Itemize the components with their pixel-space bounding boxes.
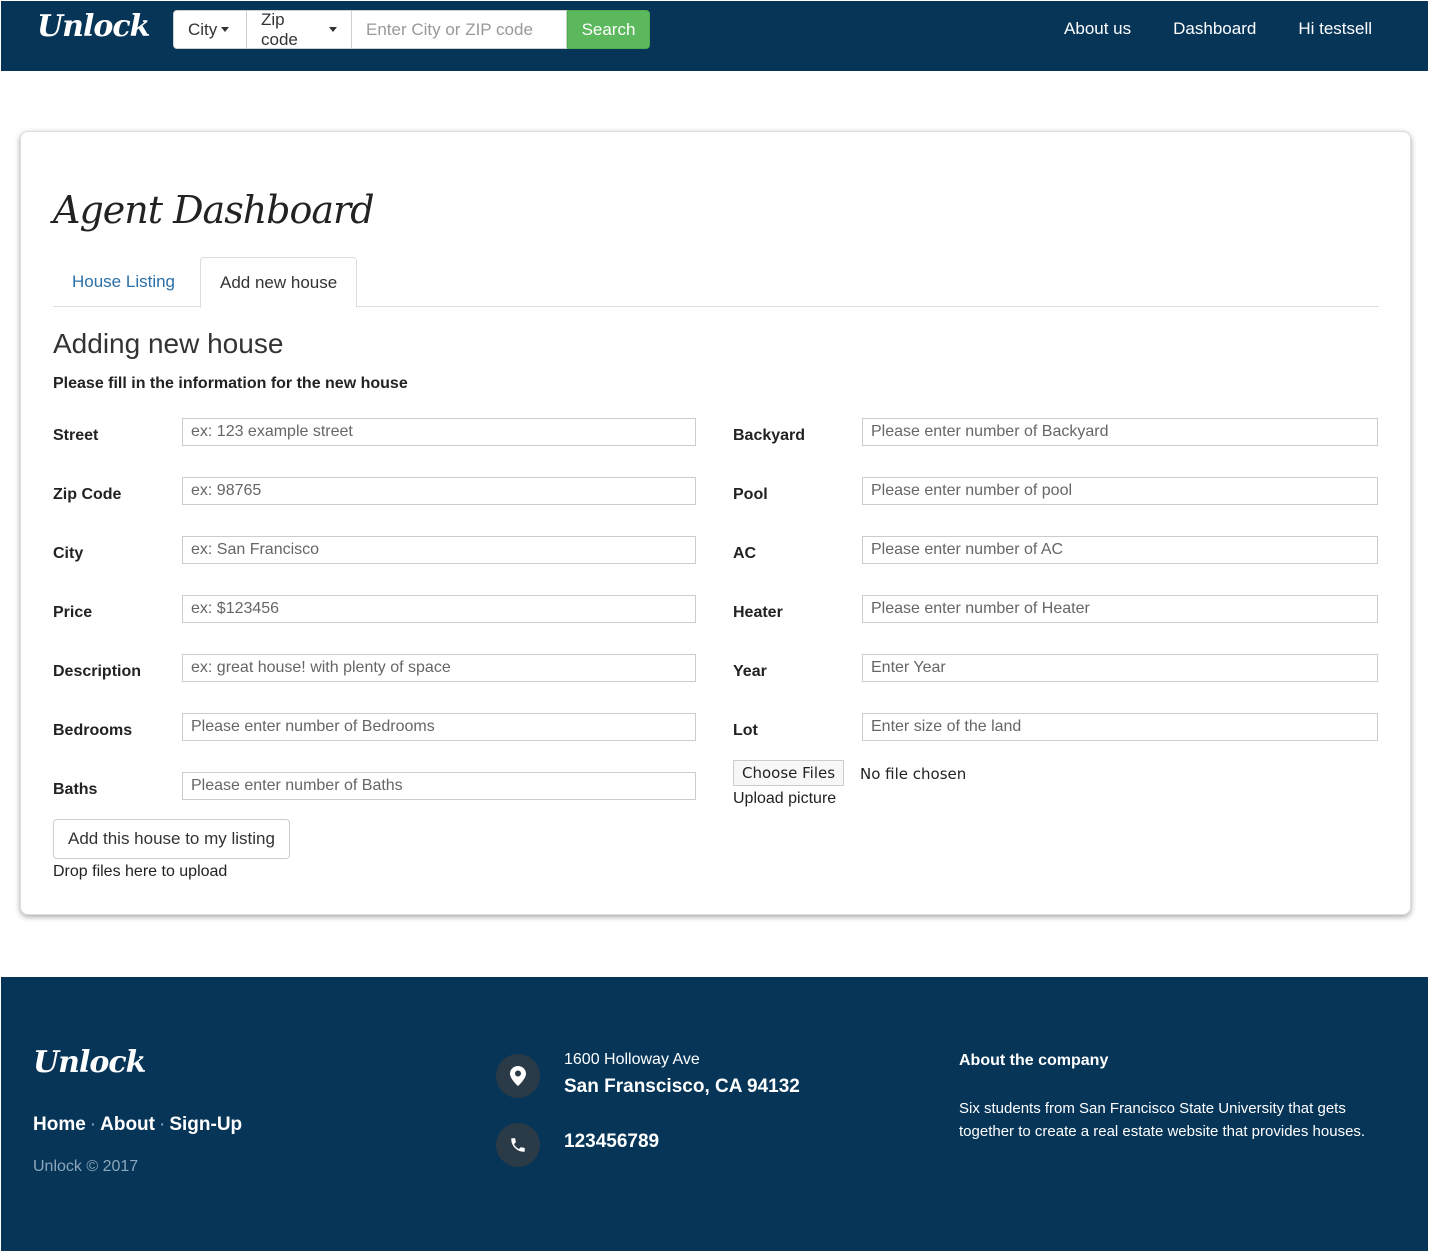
ac-label: AC (733, 545, 757, 562)
footer: Unlock Home · About · Sign-Up Unlock © 2017 … (1, 977, 1428, 1251)
navbar: Unlock City Zip code Search About us Das… (1, 1, 1428, 71)
footer-brand-logo: Unlock (33, 1045, 146, 1080)
year-label: Year (733, 663, 767, 680)
bedrooms-label: Bedrooms (53, 722, 133, 739)
footer-link-separator: · (89, 1114, 97, 1135)
form-heading: Adding new house (53, 328, 284, 359)
bedrooms-input[interactable] (182, 713, 696, 741)
nav-links: About us Dashboard Hi testsell (1064, 19, 1372, 39)
backyard-input[interactable] (862, 418, 1378, 446)
drop-zone-text[interactable]: Drop files here to upload (53, 863, 227, 881)
backyard-label: Backyard (733, 427, 806, 444)
zip-code-input[interactable] (182, 477, 696, 505)
nav-user-greeting[interactable]: Hi testsell (1298, 19, 1372, 39)
baths-input[interactable] (182, 772, 696, 800)
add-house-button[interactable]: Add this house to my listing (53, 819, 290, 859)
tab-add-new-house[interactable]: Add new house (200, 257, 358, 308)
footer-link-about[interactable]: About (100, 1114, 155, 1135)
tab-bar: House Listing Add new house (53, 257, 1379, 308)
file-status: No file chosen (860, 765, 967, 783)
price-label: Price (53, 604, 93, 621)
street-input[interactable] (182, 418, 696, 446)
city-input[interactable] (182, 536, 696, 564)
form-subheading: Please fill in the information for the n… (53, 375, 408, 392)
zip-code-label: Zip Code (53, 486, 122, 503)
search-input[interactable] (352, 10, 567, 49)
search-button[interactable]: Search (567, 10, 650, 49)
search-bar: City Zip code Search (173, 10, 650, 49)
footer-link-separator: · (159, 1114, 166, 1135)
footer-address-line2: San Franscisco, CA 94132 (564, 1076, 800, 1097)
phone-icon (496, 1123, 540, 1167)
city-label: City (53, 545, 84, 562)
baths-label: Baths (53, 781, 98, 798)
heater-input[interactable] (862, 595, 1378, 623)
footer-links: Home · About · Sign-Up (33, 1114, 242, 1136)
zip-dropdown-label: Zip code (261, 9, 298, 49)
caret-down-icon (221, 27, 230, 32)
nav-dashboard[interactable]: Dashboard (1173, 19, 1256, 39)
footer-about-text: Six students from San Francisco State Un… (959, 1100, 1366, 1140)
map-marker-icon (496, 1054, 540, 1098)
description-input[interactable] (182, 654, 696, 682)
price-input[interactable] (182, 595, 696, 623)
city-dropdown-label: City (188, 19, 218, 39)
page-title: Agent Dashboard (53, 188, 375, 232)
brand-logo[interactable]: Unlock (37, 9, 150, 44)
choose-files-button[interactable]: Choose Files (733, 760, 845, 786)
pool-input[interactable] (862, 477, 1378, 505)
upload-picture-label: Upload picture (733, 790, 837, 807)
year-input[interactable] (862, 654, 1378, 682)
footer-phone: 123456789 (564, 1131, 660, 1152)
lot-input[interactable] (862, 713, 1378, 741)
footer-about-heading: About the company (959, 1052, 1109, 1069)
heater-label: Heater (733, 604, 783, 621)
ac-input[interactable] (862, 536, 1378, 564)
footer-link-home[interactable]: Home (33, 1114, 86, 1135)
street-label: Street (53, 427, 99, 444)
city-dropdown[interactable]: City (173, 10, 247, 49)
description-label: Description (53, 663, 142, 680)
tab-house-listing[interactable]: House Listing (53, 257, 194, 307)
caret-down-icon (329, 27, 337, 32)
nav-about-us[interactable]: About us (1064, 19, 1131, 39)
dashboard-card: Agent Dashboard House Listing Add new ho… (20, 131, 1411, 915)
footer-copyright: Unlock © 2017 (33, 1158, 139, 1175)
zip-code-dropdown[interactable]: Zip code (247, 10, 352, 49)
pool-label: Pool (733, 486, 768, 503)
lot-label: Lot (733, 722, 758, 739)
footer-address-line1: 1600 Holloway Ave (564, 1051, 700, 1068)
footer-link-sign-up[interactable]: Sign-Up (169, 1114, 242, 1135)
